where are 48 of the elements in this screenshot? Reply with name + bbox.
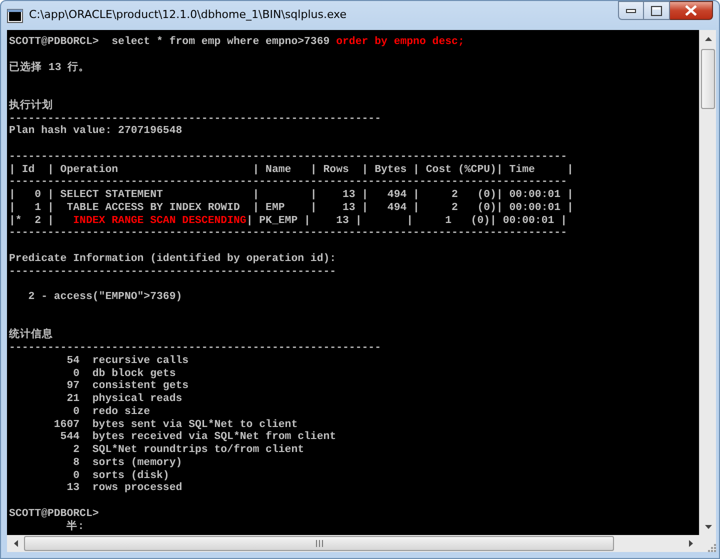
console-line: 2 SQL*Net roundtrips to/from client — [72, 444, 304, 457]
close-button[interactable] — [670, 1, 713, 20]
left-arrow-icon — [14, 540, 18, 547]
down-arrow-icon — [705, 524, 712, 528]
console-line: 半: — [66, 520, 84, 534]
vertical-scrollbar[interactable] — [699, 30, 716, 535]
console-line: 544 bytes received via SQL*Net from client — [59, 431, 336, 444]
console-line: SCOTT@PDBORCL> — [9, 508, 99, 520]
console-line: --------------------------------------------------------------------------------------- — [9, 176, 567, 189]
console-line: ---------------------------------------------------------- — [9, 112, 381, 125]
console-line: | Id | Operation | Name | Rows | Bytes | Cost (%CPU)| Time | — [9, 164, 574, 176]
maximize-button[interactable] — [644, 1, 670, 20]
minimize-button[interactable] — [618, 1, 644, 20]
scrollbar-thumb[interactable] — [701, 49, 715, 109]
console-line: --------------------------------------------------------------------------------------- — [9, 150, 567, 164]
console-line: 13 rows processed — [66, 482, 182, 495]
maximize-icon — [651, 6, 662, 16]
console-line: --------------------------------------------------- — [9, 266, 336, 278]
console-line: 0 sorts (disk) — [72, 470, 170, 482]
up-arrow-icon — [705, 36, 712, 40]
console-line: | 1 | TABLE ACCESS BY INDEX ROWID | EMP | 13 | 494 | 2 (0)| 00:00:01 | — [9, 202, 574, 214]
size-grip-icon[interactable] — [708, 544, 716, 552]
grip-icon — [316, 540, 322, 547]
window-title: C:\app\ORACLE\product\12.1.0\dbhome_1\BIN\sqlplus.exe — [29, 7, 346, 24]
console-line: 54 recursive calls — [66, 354, 189, 368]
scrollbar-thumb[interactable] — [24, 536, 614, 551]
minimize-icon — [626, 8, 636, 12]
console-line: 97 consistent gets — [66, 380, 189, 393]
console-line: | 0 | SELECT STATEMENT | | 13 | 494 | 2 (0)| 00:00:01 | — [9, 189, 574, 202]
console-line: 1607 bytes sent via SQL*Net to client — [52, 418, 298, 431]
close-icon — [685, 5, 697, 16]
console-line: ---------------------------------------------------------- — [9, 342, 381, 355]
console-line: 执行计划 — [9, 100, 53, 112]
console-line: Plan hash value: 2707196548 — [9, 125, 182, 138]
horizontal-scrollbar[interactable] — [7, 535, 716, 552]
console-line: 统计信息 — [9, 329, 53, 342]
console-line: 2 - access("EMPNO">7369) — [27, 291, 182, 304]
console-line: |* 2 | INDEX RANGE SCAN DESCENDING| PK_EMP | 13 | | 1 (0)| 00:00:01 | — [9, 214, 567, 228]
console-line: 0 redo size — [72, 406, 150, 418]
console-app-icon — [7, 8, 23, 22]
console-line: 0 db block gets — [72, 368, 176, 380]
console-line: SCOTT@PDBORCL> select * from emp where empno>7369 order by empno desc; — [9, 36, 464, 49]
console-line: 8 sorts (memory) — [72, 456, 182, 470]
console-line: Predicate Information (identified by operation id): — [9, 252, 336, 266]
console-line: 已选择 13 行。 — [9, 62, 90, 74]
right-arrow-icon — [688, 540, 692, 547]
console-line: --------------------------------------------------------------------------------------- — [9, 227, 567, 240]
console-line: 21 physical reads — [66, 393, 182, 406]
